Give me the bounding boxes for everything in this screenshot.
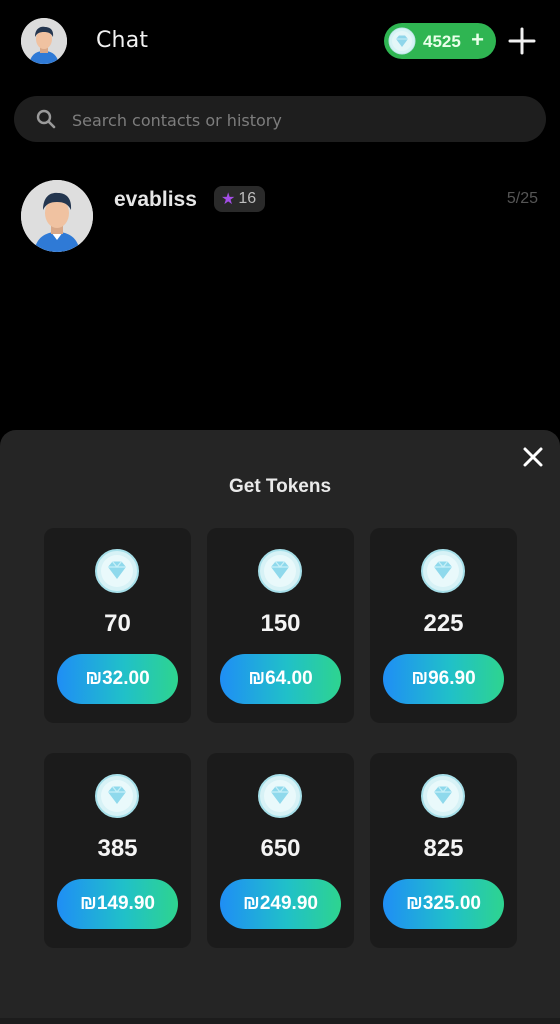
token-amount: 825 xyxy=(423,835,464,862)
avatar-icon xyxy=(21,180,93,252)
search-bar[interactable] xyxy=(14,96,546,144)
token-pack: 825 ₪325.00 xyxy=(370,753,517,948)
token-amount: 70 xyxy=(104,610,131,637)
token-pack: 650 ₪249.90 xyxy=(207,753,354,948)
gem-icon xyxy=(388,27,416,55)
close-icon[interactable] xyxy=(520,444,546,470)
level-value: 16 xyxy=(238,190,257,207)
contact-name: evabliss xyxy=(114,188,197,211)
get-tokens-sheet: Get Tokens 70 ₪32.00 150 ₪64.00 225 ₪96.… xyxy=(0,430,560,1024)
list-item[interactable]: evabliss ★ 16 5/25 xyxy=(0,170,560,260)
gem-icon xyxy=(258,549,302,593)
gem-icon xyxy=(258,774,302,818)
chat-screen: Chat 4525 + Search contacts or history e… xyxy=(0,0,560,1024)
gem-icon xyxy=(421,774,465,818)
price-button[interactable]: ₪249.90 xyxy=(220,879,341,929)
token-balance-button[interactable]: 4525 + xyxy=(384,23,496,59)
token-pack: 225 ₪96.90 xyxy=(370,528,517,723)
token-amount: 150 xyxy=(260,610,301,637)
message-date: 5/25 xyxy=(506,190,538,207)
token-balance: 4525 xyxy=(423,32,461,51)
price-button[interactable]: ₪64.00 xyxy=(220,654,341,704)
gem-icon xyxy=(421,549,465,593)
avatar-icon xyxy=(21,18,67,64)
price-button[interactable]: ₪32.00 xyxy=(57,654,178,704)
price-button[interactable]: ₪149.90 xyxy=(57,879,178,929)
level-badge: ★ 16 xyxy=(214,186,266,212)
plus-icon: + xyxy=(471,27,484,52)
price-button[interactable]: ₪325.00 xyxy=(383,879,504,929)
token-pack: 385 ₪149.90 xyxy=(44,753,191,948)
token-pack: 150 ₪64.00 xyxy=(207,528,354,723)
page-title: Chat xyxy=(96,28,149,53)
search-icon xyxy=(36,109,56,129)
header: Chat 4525 + xyxy=(0,0,560,84)
add-plus-icon[interactable] xyxy=(506,25,538,57)
star-icon: ★ xyxy=(221,191,236,208)
token-amount: 650 xyxy=(260,835,301,862)
sheet-title: Get Tokens xyxy=(228,476,332,497)
gem-icon xyxy=(95,549,139,593)
token-amount: 225 xyxy=(423,610,464,637)
token-pack: 70 ₪32.00 xyxy=(44,528,191,723)
price-button[interactable]: ₪96.90 xyxy=(383,654,504,704)
profile-avatar[interactable] xyxy=(21,18,67,64)
bottom-bar xyxy=(0,1018,560,1024)
token-amount: 385 xyxy=(97,835,138,862)
search-input[interactable] xyxy=(70,96,534,144)
avatar xyxy=(21,180,93,252)
gem-icon xyxy=(95,774,139,818)
